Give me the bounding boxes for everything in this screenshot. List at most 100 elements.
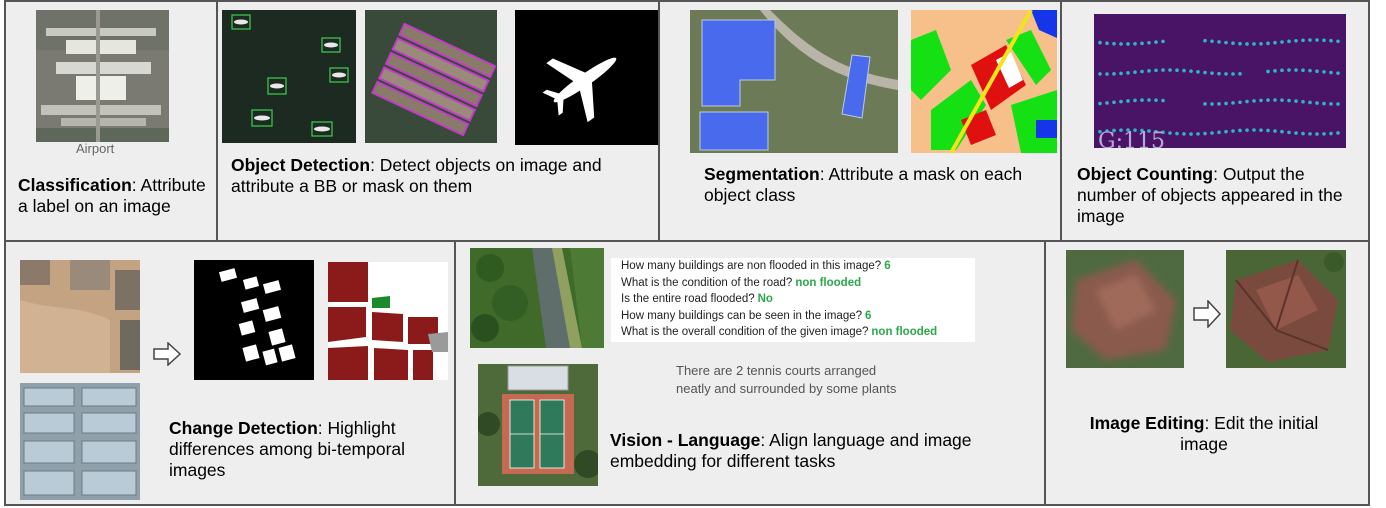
density-dot bbox=[1308, 132, 1312, 136]
density-dot bbox=[1098, 101, 1102, 106]
detection-title: Object Detection bbox=[231, 155, 371, 175]
density-dot bbox=[1203, 131, 1207, 136]
density-dot bbox=[1154, 68, 1158, 73]
image-editing-caption: Image Editing: Edit the initial image bbox=[1076, 413, 1332, 455]
density-dot bbox=[1252, 99, 1256, 103]
density-dot bbox=[1322, 101, 1326, 106]
density-dot bbox=[1301, 38, 1305, 43]
density-dot bbox=[1189, 132, 1193, 136]
density-dot bbox=[1133, 98, 1137, 103]
density-dot bbox=[1161, 98, 1165, 103]
segmentation-title: Segmentation bbox=[704, 164, 820, 184]
density-dot bbox=[1315, 132, 1319, 136]
density-dot bbox=[1147, 98, 1151, 102]
density-dot bbox=[1315, 69, 1319, 73]
density-dot bbox=[1105, 72, 1109, 76]
density-dot bbox=[1147, 40, 1151, 45]
density-dot bbox=[1112, 72, 1116, 76]
density-dot bbox=[1168, 68, 1172, 72]
density-dot bbox=[1224, 40, 1228, 45]
tennis-court-image bbox=[478, 364, 598, 486]
density-dot bbox=[1175, 68, 1179, 72]
qa-question: How many buildings are non flooded in th… bbox=[621, 260, 882, 272]
flood-river-image bbox=[470, 248, 604, 348]
density-dot bbox=[1301, 68, 1305, 73]
density-dot bbox=[1168, 131, 1172, 135]
density-dot bbox=[1119, 71, 1123, 76]
density-dot bbox=[1182, 68, 1186, 73]
density-dot bbox=[1217, 130, 1221, 135]
density-dot bbox=[1294, 131, 1298, 135]
density-dot bbox=[1112, 41, 1116, 46]
qa-item: How many buildings can be seen in the im… bbox=[621, 308, 981, 325]
vision-language-title: Vision - Language bbox=[610, 430, 761, 450]
density-dot bbox=[1210, 131, 1214, 135]
density-dot bbox=[1301, 131, 1305, 136]
density-dot bbox=[1329, 38, 1333, 43]
density-dot bbox=[1322, 38, 1326, 43]
detection-caption: Object Detection: Detect objects on imag… bbox=[231, 155, 651, 197]
density-dot bbox=[1266, 69, 1270, 74]
density-dot bbox=[1329, 70, 1333, 75]
density-dot bbox=[1259, 98, 1263, 103]
change-detection-caption: Change Detection: Highlight differences … bbox=[169, 418, 449, 481]
density-dot bbox=[1126, 42, 1130, 46]
counting-density-image: G:115 bbox=[1094, 14, 1346, 148]
counting-panel: G:115 Object Counting: Output the number… bbox=[1060, 0, 1370, 242]
density-dot bbox=[1175, 131, 1179, 136]
density-dot bbox=[1154, 40, 1158, 44]
density-dot bbox=[1315, 101, 1319, 105]
density-dot bbox=[1203, 38, 1207, 43]
after-image bbox=[20, 383, 140, 500]
vision-language-panel: How many buildings are non flooded in th… bbox=[454, 240, 1046, 506]
counting-title: Object Counting bbox=[1077, 164, 1214, 184]
density-dot bbox=[1147, 69, 1151, 73]
density-dot bbox=[1140, 98, 1144, 102]
qa-answer: non flooded bbox=[795, 276, 862, 289]
density-dot bbox=[1294, 68, 1298, 72]
qa-question: What is the overall condition of the giv… bbox=[621, 326, 869, 339]
density-dot bbox=[1105, 41, 1109, 46]
qa-list: How many buildings are non flooded in th… bbox=[621, 258, 981, 341]
segmentation-map-image bbox=[911, 10, 1057, 153]
density-dot bbox=[1210, 71, 1214, 75]
density-dot bbox=[1287, 39, 1291, 44]
density-dot bbox=[1301, 99, 1305, 104]
density-dot bbox=[1280, 40, 1284, 44]
density-dot bbox=[1210, 102, 1214, 106]
density-dot bbox=[1154, 98, 1158, 102]
vision-language-caption: Vision - Language: Align language and im… bbox=[610, 430, 990, 472]
density-dot bbox=[1322, 70, 1326, 74]
density-dot bbox=[1231, 72, 1235, 76]
density-dot bbox=[1252, 128, 1256, 132]
density-dot bbox=[1308, 100, 1312, 105]
blurry-roof-image bbox=[1066, 250, 1184, 368]
qa-item: Is the entire road flooded? No bbox=[621, 291, 981, 308]
change-detection-title: Change Detection bbox=[169, 418, 318, 438]
change-detection-panel: Change Detection: Highlight differences … bbox=[4, 240, 456, 506]
density-dot bbox=[1217, 40, 1221, 44]
density-dot bbox=[1182, 132, 1186, 136]
qa-answer: 6 bbox=[865, 309, 872, 322]
change-mask-image bbox=[194, 260, 314, 380]
density-dot bbox=[1336, 131, 1340, 135]
density-dot bbox=[1098, 72, 1102, 76]
before-image bbox=[20, 260, 140, 373]
airport-label: Airport bbox=[76, 141, 115, 156]
density-dot bbox=[1238, 41, 1242, 46]
qa-answer: non flooded bbox=[871, 326, 938, 339]
density-dot bbox=[1238, 72, 1242, 76]
density-dot bbox=[1329, 102, 1333, 106]
segmentation-caption: Segmentation: Attribute a mask on each o… bbox=[704, 164, 1044, 206]
density-dot bbox=[1224, 129, 1228, 134]
density-dot bbox=[1315, 38, 1319, 42]
density-dot bbox=[1287, 130, 1291, 135]
density-dot bbox=[1273, 98, 1277, 102]
change-semantic-map-image bbox=[328, 262, 448, 380]
density-dot bbox=[1203, 102, 1207, 106]
density-dot bbox=[1336, 71, 1340, 75]
buildings-segmentation-image bbox=[690, 10, 898, 153]
density-dot bbox=[1329, 131, 1333, 136]
qa-item: What is the condition of the road? non fl… bbox=[621, 275, 981, 292]
density-dot bbox=[1280, 129, 1284, 134]
